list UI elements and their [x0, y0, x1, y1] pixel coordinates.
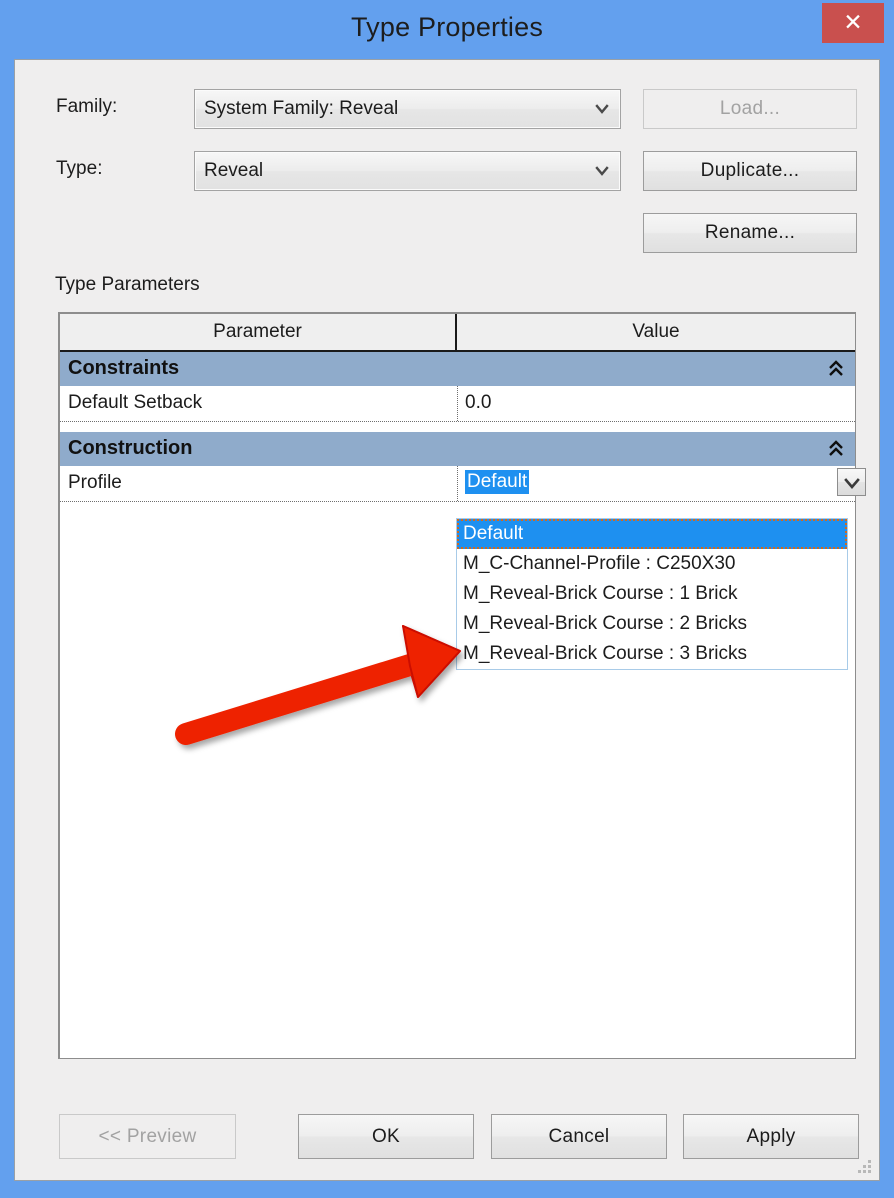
table-row[interactable]: Default Setback 0.0	[60, 386, 855, 422]
type-combobox[interactable]: Reveal	[194, 151, 621, 191]
cell-divider	[457, 386, 458, 421]
group-name: Construction	[68, 437, 193, 459]
rename-button-label: Rename...	[704, 222, 796, 243]
dropdown-option[interactable]: Default	[457, 519, 847, 549]
duplicate-button[interactable]: Duplicate...	[643, 151, 857, 191]
parameter-value[interactable]: 0.0	[465, 392, 491, 414]
chevron-down-icon	[594, 101, 610, 117]
column-header-value[interactable]: Value	[457, 314, 855, 350]
group-name: Constraints	[68, 357, 180, 379]
table-header-row: Parameter Value	[60, 314, 855, 352]
type-label: Type:	[56, 158, 103, 179]
rename-button[interactable]: Rename...	[643, 213, 857, 253]
chevron-down-icon	[594, 163, 610, 179]
cancel-button-label: Cancel	[548, 1125, 610, 1147]
family-label: Family:	[56, 96, 118, 117]
close-icon[interactable]: ✕	[822, 3, 884, 43]
duplicate-button-label: Duplicate...	[700, 160, 800, 181]
apply-button-label: Apply	[746, 1125, 796, 1147]
dialog-title: Type Properties	[350, 12, 544, 42]
parameter-name: Profile	[68, 472, 122, 493]
cancel-button[interactable]: Cancel	[491, 1114, 667, 1159]
family-combobox[interactable]: System Family: Reveal	[194, 89, 621, 129]
group-header-constraints[interactable]: Constraints	[60, 352, 855, 386]
type-value: Reveal	[204, 160, 264, 181]
preview-button-label: << Preview	[98, 1125, 197, 1147]
resize-grip[interactable]	[857, 1159, 873, 1175]
profile-dropdown-list[interactable]: Default M_C-Channel-Profile : C250X30 M_…	[456, 518, 848, 670]
column-header-parameter[interactable]: Parameter	[60, 314, 457, 350]
group-header-construction[interactable]: Construction	[60, 432, 855, 466]
ok-button-label: OK	[371, 1125, 401, 1147]
type-parameters-label: Type Parameters	[55, 274, 200, 295]
collapse-chevron-icon[interactable]	[827, 439, 845, 459]
type-properties-dialog: Type Properties ✕ Family: System Family:…	[0, 0, 894, 1198]
family-value: System Family: Reveal	[204, 98, 399, 119]
parameters-table: Parameter Value Constraints Default Setb…	[58, 312, 866, 1059]
ok-button[interactable]: OK	[298, 1114, 474, 1159]
parameter-name: Default Setback	[68, 392, 203, 413]
dropdown-option[interactable]: M_Reveal-Brick Course : 2 Bricks	[457, 609, 847, 639]
table-row[interactable]: Profile Default	[60, 466, 866, 502]
preview-button[interactable]: << Preview	[59, 1114, 236, 1159]
load-button[interactable]: Load...	[643, 89, 857, 129]
dropdown-option[interactable]: M_Reveal-Brick Course : 1 Brick	[457, 579, 847, 609]
title-bar: Type Properties ✕	[0, 0, 894, 56]
collapse-chevron-icon[interactable]	[827, 359, 845, 379]
apply-button[interactable]: Apply	[683, 1114, 859, 1159]
profile-dropdown-toggle[interactable]	[837, 468, 866, 496]
dropdown-option[interactable]: M_Reveal-Brick Course : 3 Bricks	[457, 639, 847, 669]
cell-divider	[457, 466, 458, 501]
profile-value-input[interactable]: Default	[465, 470, 530, 494]
load-button-label: Load...	[719, 98, 781, 119]
dropdown-option[interactable]: M_C-Channel-Profile : C250X30	[457, 549, 847, 579]
